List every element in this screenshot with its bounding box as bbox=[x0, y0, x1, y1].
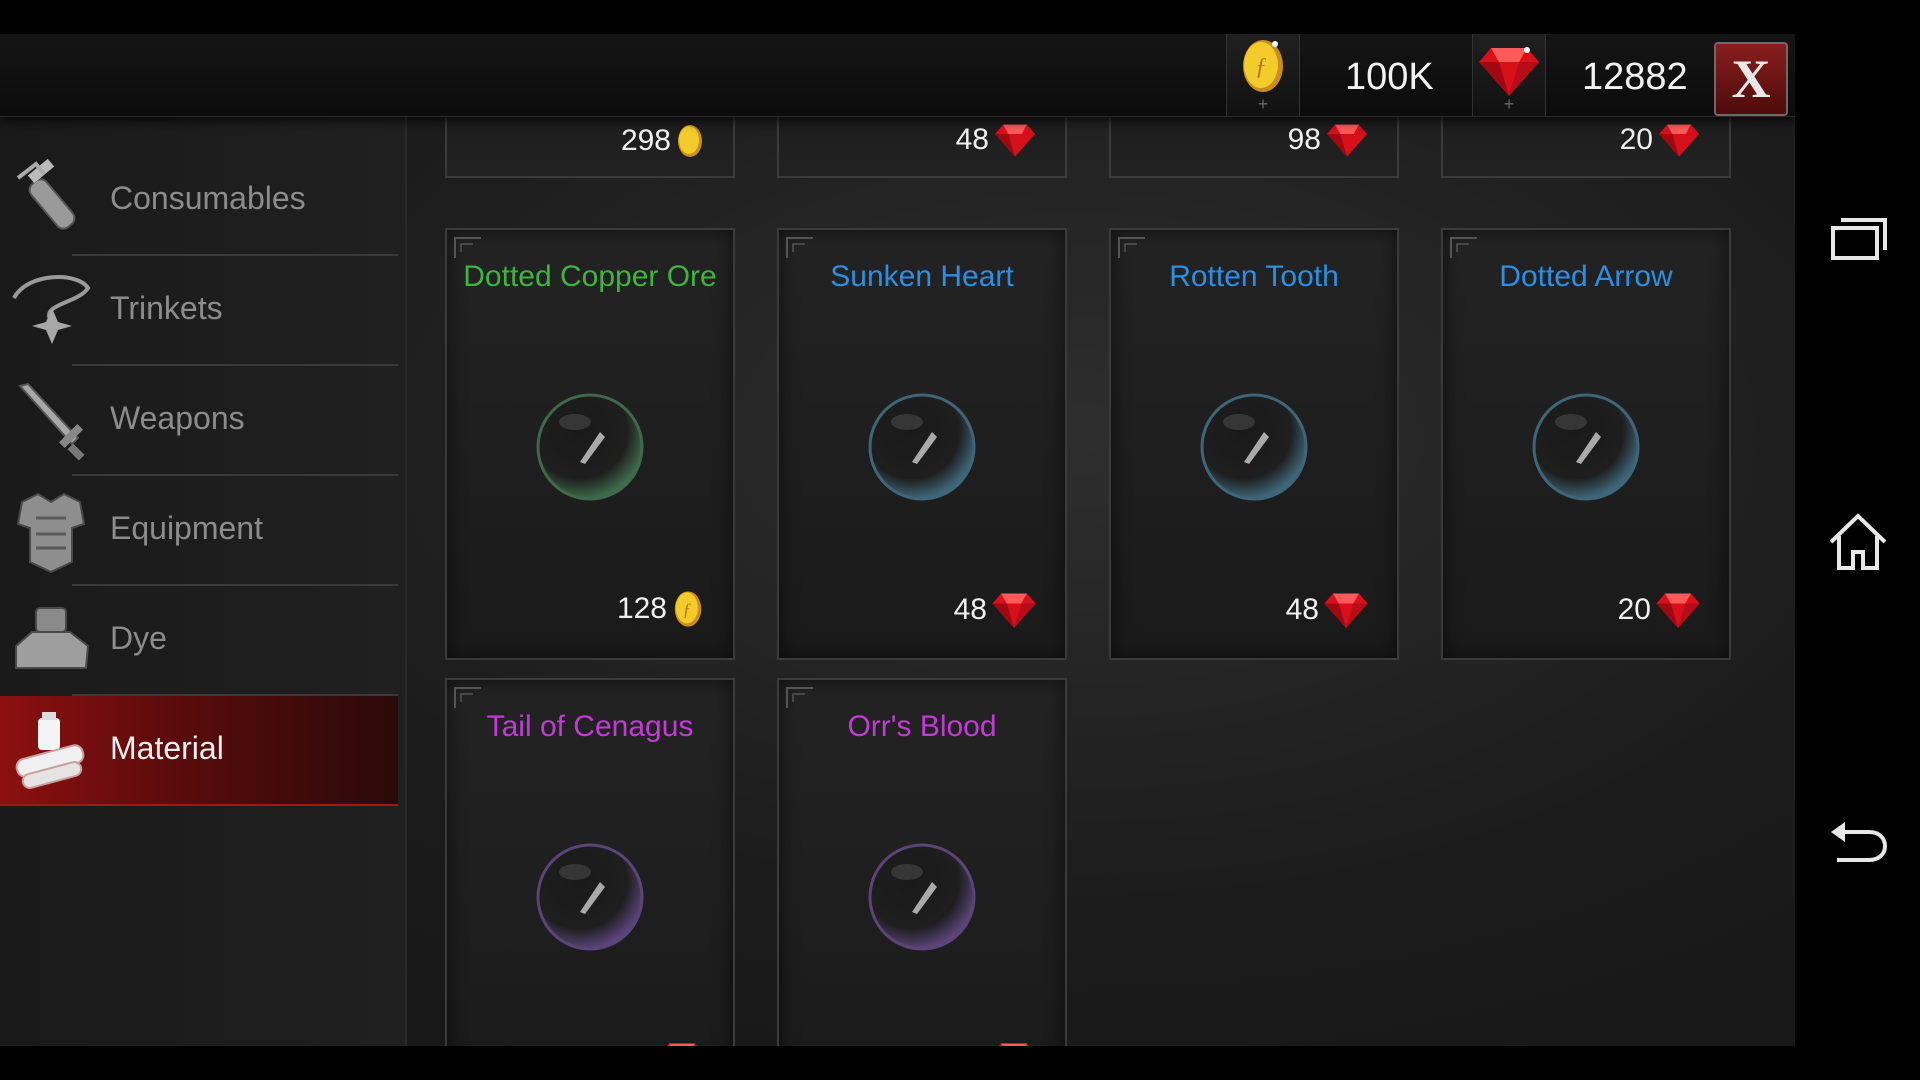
item-price: 20 bbox=[1618, 590, 1701, 630]
category-consumables[interactable]: Consumables bbox=[0, 146, 398, 256]
sword-icon bbox=[18, 382, 85, 461]
game-screen: ƒ + 100K + 12882 X Consumables Trinkets … bbox=[0, 34, 1795, 1046]
item-price: 98 bbox=[954, 1040, 1037, 1046]
item-card-partial[interactable]: 48 bbox=[777, 116, 1067, 178]
item-name: Dotted Copper Ore bbox=[463, 260, 717, 293]
red-gem-icon bbox=[998, 1043, 1030, 1046]
item-price: 48 bbox=[956, 122, 1037, 158]
category-label: Weapons bbox=[110, 400, 245, 436]
recent-apps-icon[interactable] bbox=[1825, 208, 1891, 274]
item-card-partial[interactable]: 20 bbox=[1441, 116, 1731, 178]
armor-icon bbox=[16, 492, 86, 574]
category-dye[interactable]: Dye bbox=[0, 586, 398, 696]
item-price: 98 bbox=[622, 1040, 705, 1046]
potion-icon bbox=[16, 158, 76, 230]
divider bbox=[0, 804, 398, 806]
red-gem-icon bbox=[1659, 124, 1699, 157]
category-label: Equipment bbox=[110, 510, 263, 546]
item-card[interactable]: Dotted Copper Ore 128 ƒ bbox=[445, 228, 735, 660]
category-label: Trinkets bbox=[110, 290, 223, 326]
red-gem-icon bbox=[1327, 124, 1367, 157]
category-sidebar: Consumables Trinkets Weapons Equipment D… bbox=[0, 116, 407, 1046]
trinket-icon bbox=[12, 275, 91, 344]
item-card-partial[interactable]: 98 bbox=[1109, 116, 1399, 178]
category-equipment[interactable]: Equipment bbox=[0, 476, 398, 586]
category-material[interactable]: Material bbox=[0, 696, 398, 806]
item-name: Dotted Arrow bbox=[1499, 260, 1673, 293]
corner-ornament-icon bbox=[454, 687, 481, 708]
item-name: Rotten Tooth bbox=[1169, 260, 1339, 293]
corner-ornament-icon bbox=[1450, 237, 1477, 258]
gold-amount: 100K bbox=[1345, 56, 1434, 98]
item-name: Orr's Blood bbox=[847, 710, 997, 743]
category-trinkets[interactable]: Trinkets bbox=[0, 256, 398, 366]
item-orb-icon bbox=[536, 843, 644, 951]
gem-amount: 12882 bbox=[1582, 56, 1688, 98]
item-card[interactable]: Orr's Blood 98 bbox=[777, 678, 1067, 1046]
item-name: Tail of Cenagus bbox=[486, 710, 694, 743]
gem-slot[interactable]: + bbox=[1472, 34, 1546, 116]
item-orb-icon bbox=[868, 393, 976, 501]
item-price: 98 bbox=[1288, 122, 1369, 158]
corner-ornament-icon bbox=[786, 687, 813, 708]
home-icon[interactable] bbox=[1825, 508, 1891, 574]
gold-coin-icon bbox=[678, 125, 702, 157]
top-bar: ƒ + 100K + 12882 X bbox=[0, 34, 1795, 117]
svg-text:ƒ: ƒ bbox=[682, 600, 691, 620]
red-gem-icon bbox=[995, 124, 1035, 157]
item-price: 20 bbox=[1620, 122, 1701, 158]
red-gem-icon bbox=[992, 593, 1036, 628]
gold-coin-icon: ƒ bbox=[1243, 40, 1283, 92]
item-price: 128 ƒ bbox=[617, 588, 705, 630]
item-orb-icon bbox=[1200, 393, 1308, 501]
corner-ornament-icon bbox=[454, 237, 481, 258]
item-price: 298 bbox=[621, 122, 705, 160]
item-price: 48 bbox=[1286, 590, 1369, 630]
red-gem-icon bbox=[666, 1043, 698, 1046]
gold-slot[interactable]: ƒ + bbox=[1226, 34, 1300, 116]
item-card-partial[interactable]: 298 bbox=[445, 116, 735, 178]
item-card[interactable]: Sunken Heart 48 bbox=[777, 228, 1067, 660]
item-price: 48 bbox=[954, 590, 1037, 630]
item-card[interactable]: Dotted Arrow 20 bbox=[1441, 228, 1731, 660]
material-icon bbox=[15, 712, 85, 789]
corner-ornament-icon bbox=[786, 237, 813, 258]
category-label: Dye bbox=[110, 620, 167, 656]
add-gems-icon[interactable]: + bbox=[1501, 95, 1517, 113]
item-card[interactable]: Tail of Cenagus 98 bbox=[445, 678, 735, 1046]
system-nav-bar bbox=[1795, 0, 1920, 1080]
item-orb-icon bbox=[1532, 393, 1640, 501]
category-weapons[interactable]: Weapons bbox=[0, 366, 398, 476]
add-gold-icon[interactable]: + bbox=[1255, 95, 1271, 113]
dye-icon bbox=[15, 607, 90, 669]
svg-text:ƒ: ƒ bbox=[1255, 54, 1267, 80]
red-gem-icon bbox=[1656, 593, 1700, 628]
category-label: Consumables bbox=[110, 180, 306, 216]
item-orb-icon bbox=[536, 393, 644, 501]
gold-coin-icon: ƒ bbox=[674, 591, 702, 627]
item-card[interactable]: Rotten Tooth 48 bbox=[1109, 228, 1399, 660]
corner-ornament-icon bbox=[1118, 237, 1145, 258]
close-button[interactable]: X bbox=[1714, 42, 1788, 116]
back-icon[interactable] bbox=[1825, 808, 1891, 874]
red-gem-icon bbox=[1479, 47, 1539, 96]
category-label: Material bbox=[110, 730, 224, 766]
item-grid: 298 48 98 20 Dotted Copper Ore 128 ƒ Sunken… bbox=[405, 116, 1795, 1046]
item-name: Sunken Heart bbox=[830, 260, 1014, 293]
item-orb-icon bbox=[868, 843, 976, 951]
red-gem-icon bbox=[1324, 593, 1368, 628]
